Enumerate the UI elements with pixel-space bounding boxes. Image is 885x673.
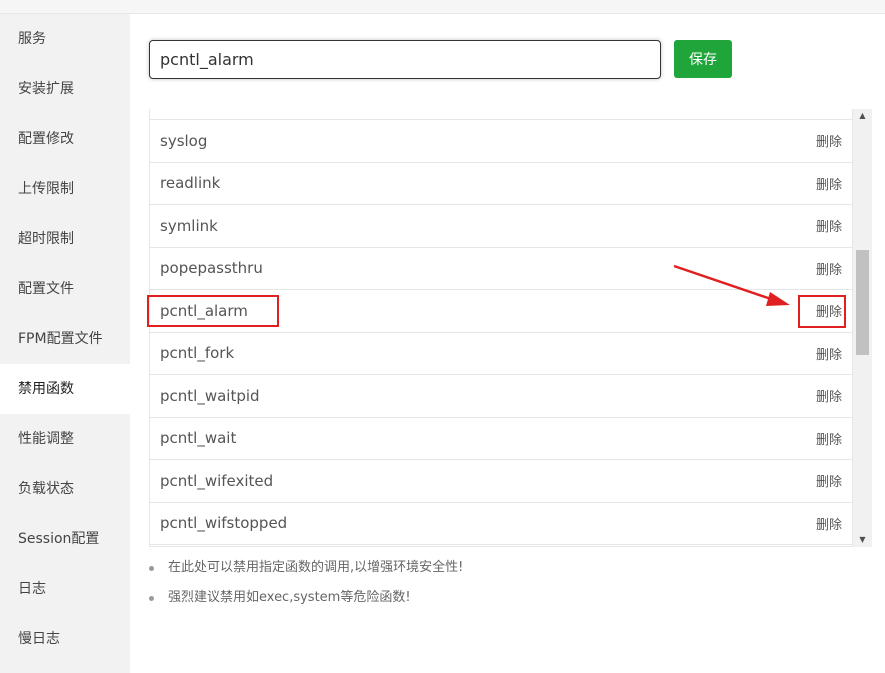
- tip-text: 强烈建议禁用如exec,system等危险函数!: [168, 590, 411, 605]
- table-row: symlink 删除: [150, 205, 852, 248]
- disabled-functions-list: syslog 删除 readlink 删除 symlink 删除 popepas…: [149, 109, 853, 547]
- tip-text: 在此处可以禁用指定函数的调用,以增强环境安全性!: [168, 560, 464, 575]
- sidebar: 服务 安装扩展 配置修改 上传限制 超时限制 配置文件 FPM配置文件 禁用函数…: [0, 14, 130, 673]
- save-button[interactable]: 保存: [674, 40, 732, 78]
- table-row: pcntl_wait 删除: [150, 418, 852, 460]
- sidebar-item-disabled-functions[interactable]: 禁用函数: [0, 364, 130, 414]
- sidebar-item-fpm-config-file[interactable]: FPM配置文件: [0, 314, 130, 364]
- delete-button[interactable]: 删除: [816, 386, 842, 405]
- function-name: pcntl_wait: [160, 429, 237, 448]
- tips-list: 在此处可以禁用指定函数的调用,以增强环境安全性! 强烈建议禁用如exec,sys…: [148, 556, 463, 616]
- sidebar-item-load-status[interactable]: 负载状态: [0, 464, 130, 514]
- scroll-up-icon[interactable]: ▲: [853, 109, 872, 123]
- sidebar-item-service[interactable]: 服务: [0, 14, 130, 64]
- highlight-box-function-name: [147, 295, 279, 327]
- delete-button[interactable]: 删除: [816, 216, 842, 235]
- table-row: syslog 删除: [150, 120, 852, 163]
- table-row: pcntl_wifexited 删除: [150, 460, 852, 503]
- function-input[interactable]: [149, 40, 661, 79]
- function-name: pcntl_wifstopped: [160, 514, 288, 533]
- list-scrollbar[interactable]: ▲ ▼: [853, 109, 872, 547]
- sidebar-item-session-config[interactable]: Session配置: [0, 514, 130, 564]
- sidebar-item-timeout-limit[interactable]: 超时限制: [0, 214, 130, 264]
- delete-button[interactable]: 删除: [816, 174, 842, 193]
- delete-button[interactable]: 删除: [816, 131, 842, 150]
- red-arrow-icon: [673, 264, 790, 306]
- delete-button[interactable]: 删除: [816, 344, 842, 363]
- function-name: readlink: [160, 174, 221, 193]
- delete-button[interactable]: 删除: [816, 471, 842, 490]
- table-row: readlink 删除: [150, 163, 852, 205]
- function-name: pcntl_fork: [160, 344, 235, 363]
- function-name: pcntl_waitpid: [160, 386, 260, 405]
- top-bar: [0, 0, 885, 14]
- sidebar-item-config-file[interactable]: 配置文件: [0, 264, 130, 314]
- sidebar-item-install-extension[interactable]: 安装扩展: [0, 64, 130, 114]
- sidebar-item-log[interactable]: 日志: [0, 564, 130, 614]
- highlight-box-delete-button: [798, 295, 846, 328]
- list-item: 强烈建议禁用如exec,system等危险函数!: [148, 586, 463, 616]
- sidebar-item-upload-limit[interactable]: 上传限制: [0, 164, 130, 214]
- function-name: popepassthru: [160, 259, 263, 278]
- table-row: [150, 109, 852, 120]
- delete-button[interactable]: 删除: [816, 514, 842, 533]
- table-row: pcntl_waitpid 删除: [150, 375, 852, 418]
- sidebar-item-config-edit[interactable]: 配置修改: [0, 114, 130, 164]
- sidebar-item-performance[interactable]: 性能调整: [0, 414, 130, 464]
- delete-button[interactable]: 删除: [816, 429, 842, 448]
- list-item: 在此处可以禁用指定函数的调用,以增强环境安全性!: [148, 556, 463, 586]
- main-panel: 保存 syslog 删除 readlink 删除 symlink 删除 pope…: [130, 14, 885, 673]
- function-name: symlink: [160, 216, 218, 235]
- table-row: pcntl_wifstopped 删除: [150, 503, 852, 545]
- delete-button[interactable]: 删除: [816, 259, 842, 278]
- scrollbar-thumb[interactable]: [856, 250, 869, 355]
- bullet-icon: [149, 596, 154, 601]
- scroll-down-icon[interactable]: ▼: [853, 533, 872, 547]
- bullet-icon: [149, 566, 154, 571]
- sidebar-item-slow-log[interactable]: 慢日志: [0, 614, 130, 664]
- function-name: pcntl_wifexited: [160, 471, 274, 490]
- function-name: syslog: [160, 131, 208, 150]
- table-row: pcntl_fork 删除: [150, 333, 852, 375]
